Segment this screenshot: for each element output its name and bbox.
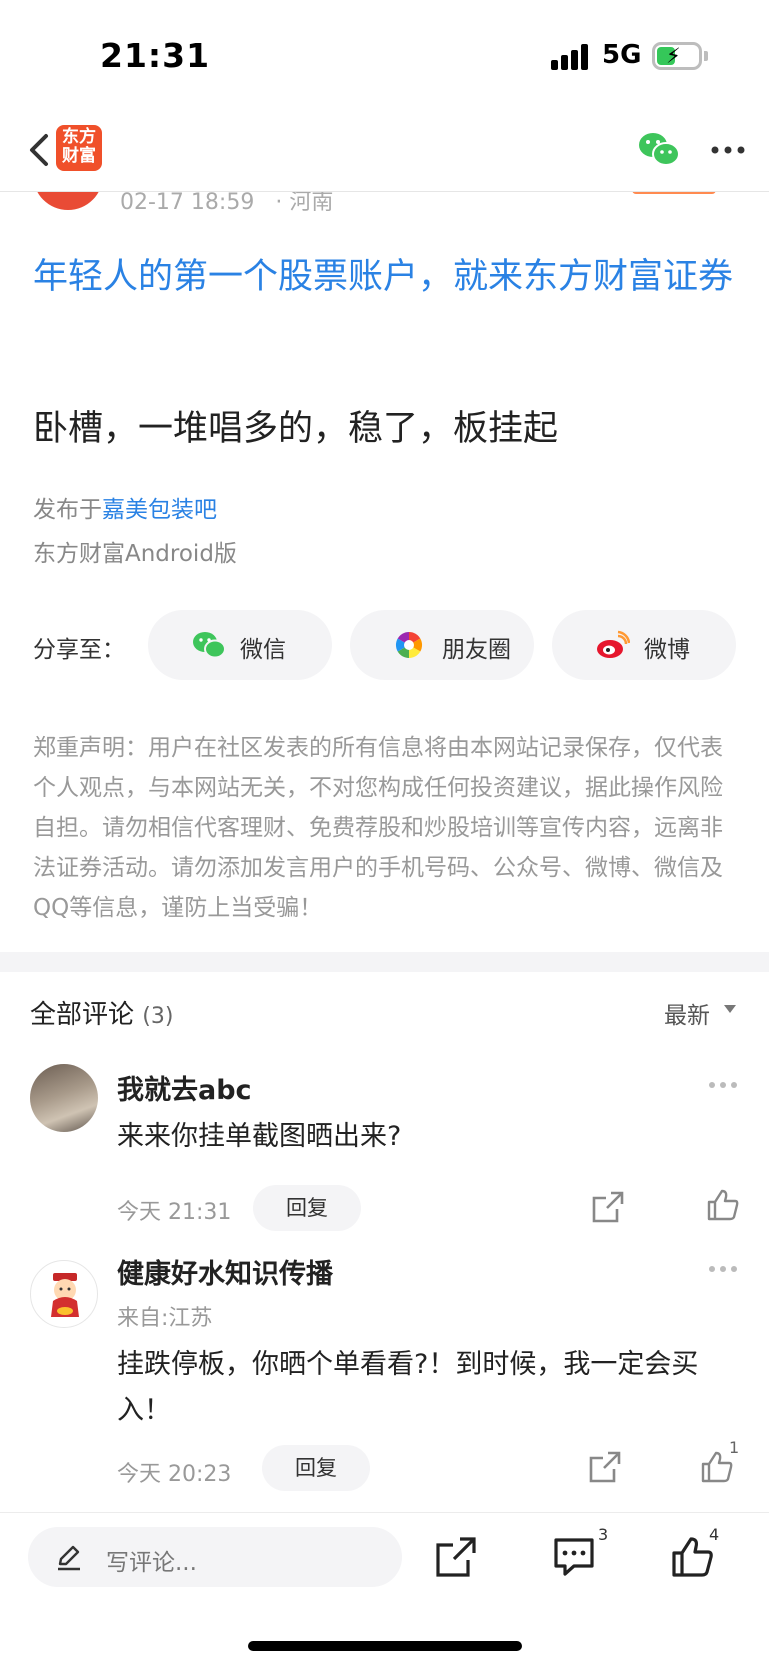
charging-icon: ⚡ xyxy=(666,44,681,68)
share-weibo-label: 微博 xyxy=(644,637,690,663)
comment-time: 今天 21:31 xyxy=(117,1200,232,1225)
battery-cap xyxy=(704,51,708,61)
avatar[interactable] xyxy=(30,1064,98,1132)
post-body: 卧槽，一堆唱多的，稳了，板挂起 xyxy=(33,409,559,449)
signal-icon xyxy=(551,44,591,70)
thumbs-up-icon[interactable] xyxy=(670,1535,714,1579)
comments-count: (3) xyxy=(142,1004,174,1029)
avatar[interactable] xyxy=(30,1260,98,1328)
share-wechat-button[interactable]: 微信 xyxy=(148,610,332,680)
like-count: 1 xyxy=(729,1438,740,1457)
share-label: 分享至： xyxy=(33,637,125,663)
disclaimer: 郑重声明：用户在社区发表的所有信息将由本网站记录保存，仅代表个人观点，与本网站无… xyxy=(33,735,723,921)
reply-button[interactable]: 回复 xyxy=(262,1445,370,1491)
post-title[interactable]: 年轻人的第一个股票账户，就来东方财富证券 xyxy=(33,250,743,304)
post-time: 02-17 18:59 xyxy=(120,190,255,215)
published-in: 发布于嘉美包装吧 xyxy=(33,490,217,524)
comment-input[interactable]: 写评论... xyxy=(28,1527,402,1587)
comment-text: 来来你挂单截图晒出来? xyxy=(117,1121,402,1152)
nav-bar: 东方 财富 xyxy=(0,110,769,192)
more-icon[interactable] xyxy=(708,1080,738,1090)
comment-author[interactable]: 我就去abc xyxy=(117,1068,252,1107)
share-moments-label: 朋友圈 xyxy=(442,637,511,663)
status-time: 21:31 xyxy=(100,36,211,75)
like-count: 4 xyxy=(709,1525,720,1544)
back-icon[interactable] xyxy=(22,126,58,174)
bar-link[interactable]: 嘉美包装吧 xyxy=(102,497,217,523)
comment-time: 今天 20:23 xyxy=(117,1462,232,1487)
moments-icon xyxy=(395,631,423,659)
more-icon[interactable] xyxy=(710,145,746,155)
comment-author[interactable]: 健康好水知识传播 xyxy=(117,1252,333,1291)
share-weibo-button[interactable]: 微博 xyxy=(552,610,736,680)
comment-text: 挂跌停板，你晒个单看看?！到时候，我一定会买入！ xyxy=(117,1349,699,1426)
wechat-icon xyxy=(193,632,226,659)
app-logo[interactable]: 东方 财富 xyxy=(56,125,102,171)
share-icon[interactable] xyxy=(434,1535,478,1579)
chevron-down-icon[interactable] xyxy=(723,1004,737,1014)
avatar-image xyxy=(51,1273,79,1317)
more-icon[interactable] xyxy=(708,1264,738,1274)
share-moments-button[interactable]: 朋友圈 xyxy=(350,610,534,680)
published-prefix: 发布于 xyxy=(33,497,102,523)
comment-count: 3 xyxy=(598,1525,609,1544)
comment-location: 来自:江苏 xyxy=(117,1306,213,1331)
post-location: · 河南 xyxy=(275,190,334,215)
comment-placeholder: 写评论... xyxy=(106,1550,197,1576)
comments-header: 全部评论 (3) xyxy=(30,994,173,1031)
wechat-icon[interactable] xyxy=(637,130,681,168)
logo-line2: 财富 xyxy=(62,146,96,166)
section-divider xyxy=(0,952,769,972)
status-bar: 21:31 5G ⚡ xyxy=(0,0,769,110)
logo-line1: 东方 xyxy=(62,127,96,147)
platform-label: 东方财富Android版 xyxy=(33,541,237,567)
share-wechat-label: 微信 xyxy=(240,637,286,663)
comment-icon[interactable] xyxy=(552,1535,596,1579)
network-label: 5G xyxy=(602,40,642,70)
share-icon[interactable] xyxy=(588,1450,622,1484)
reply-button[interactable]: 回复 xyxy=(253,1185,361,1231)
sort-dropdown[interactable]: 最新 xyxy=(664,996,710,1030)
thumbs-up-icon[interactable] xyxy=(706,1188,740,1222)
weibo-icon xyxy=(597,630,630,658)
pen-icon xyxy=(58,1545,80,1571)
comments-title: 全部评论 xyxy=(30,1000,135,1030)
home-indicator[interactable] xyxy=(248,1641,522,1651)
share-icon[interactable] xyxy=(591,1190,625,1224)
